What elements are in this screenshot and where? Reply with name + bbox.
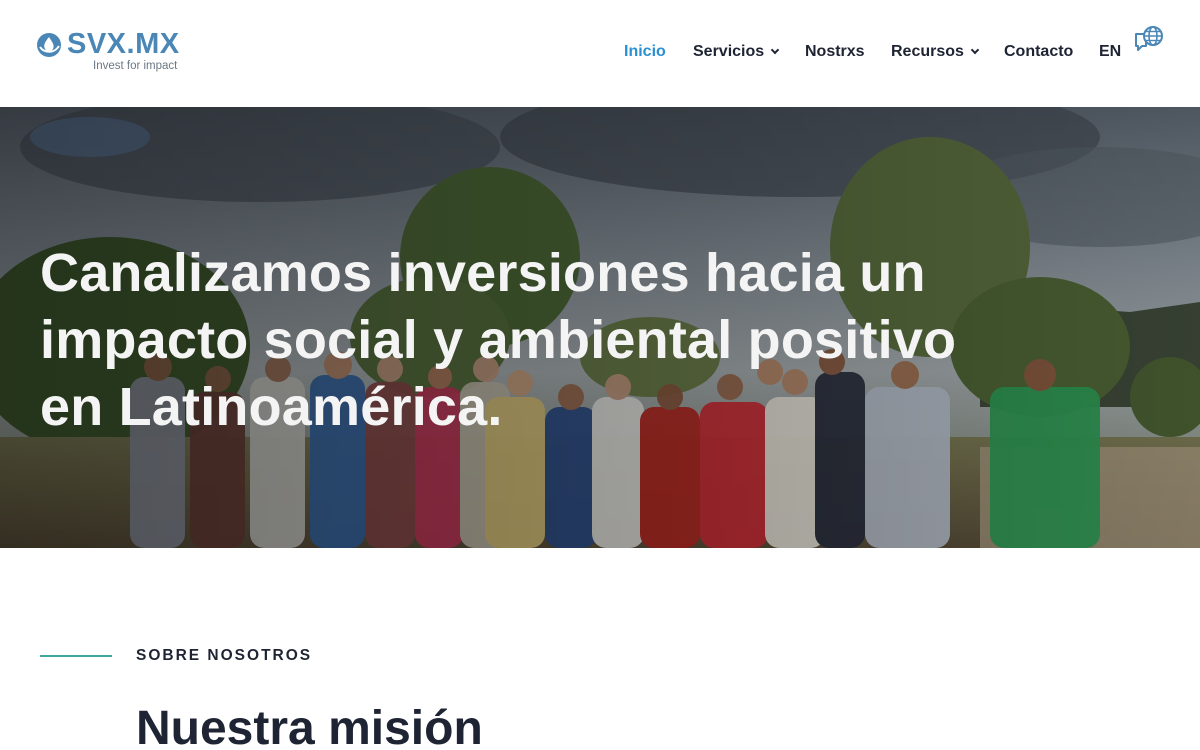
nav-item-contacto[interactable]: Contacto xyxy=(1004,42,1073,62)
nav-item-recursos[interactable]: Recursos xyxy=(891,42,980,62)
nav-item-label: EN xyxy=(1099,43,1122,60)
globe-chat-icon[interactable] xyxy=(1133,25,1165,55)
nav-item-servicios[interactable]: Servicios xyxy=(693,42,780,62)
brand-name: SVX.MX xyxy=(67,28,180,60)
nav-item-label: Inicio xyxy=(624,43,666,60)
logo-drop-icon xyxy=(37,33,61,57)
chevron-down-icon xyxy=(770,45,780,55)
hero-banner: Canalizamos inversiones hacia un impacto… xyxy=(0,107,1200,548)
hero-title: Canalizamos inversiones hacia un impacto… xyxy=(40,243,957,437)
nav-item-language[interactable]: EN xyxy=(1099,42,1121,62)
nav-item-inicio[interactable]: Inicio xyxy=(624,42,666,62)
section-kicker: SOBRE NOSOTROS xyxy=(136,647,313,664)
section-title: Nuestra misión xyxy=(136,702,483,750)
nav-item-label: Nostrxs xyxy=(805,43,865,60)
chevron-down-icon xyxy=(970,45,980,55)
site-header: SVX.MX Invest for impact Inicio Servicio… xyxy=(0,0,1200,107)
brand-tagline: Invest for impact xyxy=(93,60,178,72)
section-accent-line xyxy=(40,655,112,657)
brand-logo[interactable]: SVX.MX Invest for impact xyxy=(36,28,196,76)
nav-item-label: Servicios xyxy=(693,43,765,60)
nav-item-label: Contacto xyxy=(1004,43,1074,60)
nav-item-label: Recursos xyxy=(891,43,964,60)
nav-item-nostrxs[interactable]: Nostrxs xyxy=(805,42,865,62)
